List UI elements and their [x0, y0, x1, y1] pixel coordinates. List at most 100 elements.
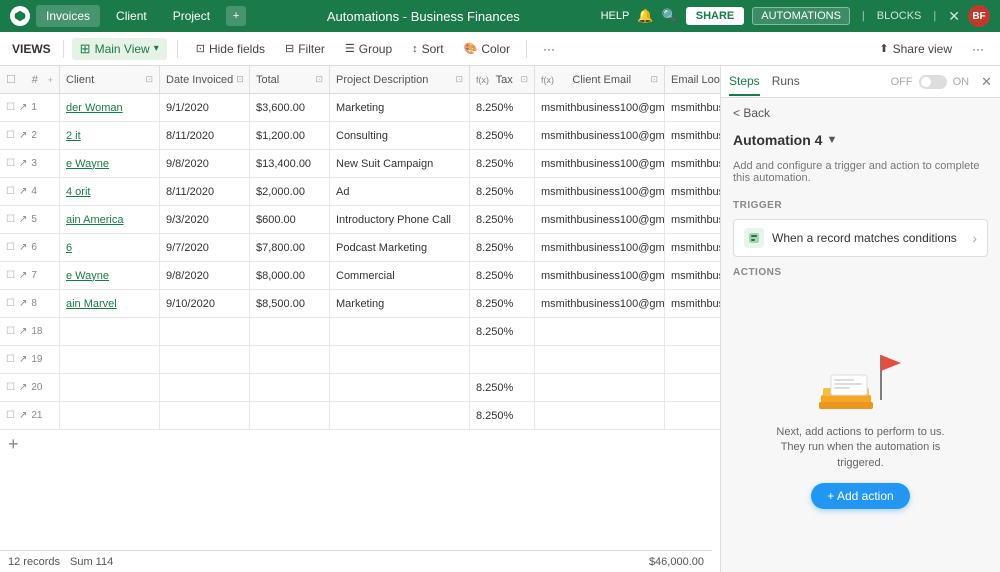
client-cell[interactable]: 4 orit — [60, 178, 160, 205]
main-view-button[interactable]: ⊞ Main View ▾ — [72, 38, 167, 60]
email-cell[interactable]: msmithbusiness100@gmail... — [535, 150, 665, 177]
total-cell[interactable]: $8,500.00 — [250, 290, 330, 317]
total-cell[interactable]: $13,400.00 — [250, 150, 330, 177]
project-cell[interactable]: New Suit Campaign — [330, 150, 470, 177]
row-expand-icon[interactable]: ↗ — [19, 158, 27, 169]
panel-tab-steps[interactable]: Steps — [729, 68, 760, 96]
row-expand-icon[interactable]: ↗ — [19, 214, 27, 225]
email-cell[interactable] — [535, 318, 665, 345]
tax-cell[interactable]: 8.250% — [470, 262, 535, 289]
email-cell[interactable]: msmithbusiness100@gmail... — [535, 122, 665, 149]
client-name[interactable]: ain Marvel — [66, 298, 117, 310]
tax-cell[interactable]: 8.250% — [470, 318, 535, 345]
date-cell[interactable]: 9/1/2020 — [160, 94, 250, 121]
table-row[interactable]: ☐↗208.250%Open — [0, 374, 720, 402]
trigger-item[interactable]: When a record matches conditions › — [733, 219, 988, 257]
automations-button[interactable]: AUTOMATIONS — [752, 7, 850, 25]
row-checkbox[interactable]: ☐ — [6, 382, 15, 393]
table-row[interactable]: ☐↗7e Wayne9/8/2020$8,000.00Commercial8.2… — [0, 262, 720, 290]
tax-cell[interactable]: 8.250% — [470, 94, 535, 121]
lookup-cell[interactable]: msmithbusiness100@... — [665, 94, 720, 121]
lookup-cell[interactable] — [665, 346, 720, 373]
row-checkbox[interactable]: ☐ — [6, 158, 15, 169]
search-icon[interactable]: 🔍 — [662, 8, 678, 24]
automation-title[interactable]: Automation 4 ▼ — [733, 132, 837, 148]
project-cell[interactable]: Commercial — [330, 262, 470, 289]
client-name[interactable]: 4 orit — [66, 186, 90, 198]
table-row[interactable]: ☐↗22 it8/11/2020$1,200.00Consulting8.250… — [0, 122, 720, 150]
back-link[interactable]: < Back — [721, 98, 1000, 128]
client-name[interactable]: 6 — [66, 242, 72, 254]
total-cell[interactable]: $1,200.00 — [250, 122, 330, 149]
email-cell[interactable]: msmithbusiness100@gmail... — [535, 234, 665, 261]
project-cell[interactable]: Consulting — [330, 122, 470, 149]
lookup-cell[interactable]: msmithbusiness100@... — [665, 262, 720, 289]
project-cell[interactable] — [330, 346, 470, 373]
share-view-button[interactable]: ⬆ Share view — [871, 39, 960, 59]
row-checkbox[interactable]: ☐ — [6, 102, 15, 113]
date-cell[interactable]: 8/11/2020 — [160, 122, 250, 149]
project-cell[interactable]: Marketing — [330, 94, 470, 121]
row-checkbox[interactable]: ☐ — [6, 298, 15, 309]
date-cell[interactable]: 9/3/2020 — [160, 206, 250, 233]
total-cell[interactable]: $8,000.00 — [250, 262, 330, 289]
help-button[interactable]: HELP — [601, 10, 630, 22]
total-cell[interactable]: $7,800.00 — [250, 234, 330, 261]
row-expand-icon[interactable]: ↗ — [19, 130, 27, 141]
client-name[interactable]: 2 it — [66, 130, 81, 142]
more-options-button[interactable]: ··· — [535, 39, 563, 59]
client-cell[interactable]: der Woman — [60, 94, 160, 121]
client-cell[interactable] — [60, 318, 160, 345]
project-cell[interactable] — [330, 318, 470, 345]
project-cell[interactable]: Marketing — [330, 290, 470, 317]
row-checkbox[interactable]: ☐ — [6, 410, 15, 421]
col-sort-icon3[interactable]: ⊡ — [315, 74, 323, 85]
client-cell[interactable]: ain America — [60, 206, 160, 233]
close-button[interactable]: ✕ — [948, 8, 960, 25]
project-cell[interactable]: Introductory Phone Call — [330, 206, 470, 233]
lookup-cell[interactable]: msmithbusiness100@... — [665, 150, 720, 177]
col-sort-icon5[interactable]: ⊡ — [520, 74, 528, 85]
col-expand-icon[interactable]: + — [48, 75, 53, 85]
date-cell[interactable]: 9/8/2020 — [160, 262, 250, 289]
table-row[interactable]: ☐↗1der Woman9/1/2020$3,600.00Marketing8.… — [0, 94, 720, 122]
row-checkbox[interactable]: ☐ — [6, 354, 15, 365]
checkbox-all[interactable]: ☐ — [6, 73, 16, 86]
row-expand-icon[interactable]: ↗ — [19, 410, 27, 421]
email-cell[interactable]: msmithbusiness100@gmail... — [535, 262, 665, 289]
tab-project[interactable]: Project — [163, 5, 220, 27]
email-cell[interactable] — [535, 402, 665, 429]
email-cell[interactable] — [535, 346, 665, 373]
client-cell[interactable] — [60, 402, 160, 429]
date-cell[interactable]: 9/7/2020 — [160, 234, 250, 261]
row-checkbox[interactable]: ☐ — [6, 214, 15, 225]
lookup-cell[interactable]: msmithbusiness100@... — [665, 234, 720, 261]
table-row[interactable]: ☐↗218.250%Open — [0, 402, 720, 430]
tax-cell[interactable]: 8.250% — [470, 178, 535, 205]
lookup-cell[interactable]: msmithbusiness100@... — [665, 122, 720, 149]
email-cell[interactable]: msmithbusiness100@gmail... — [535, 94, 665, 121]
tab-client[interactable]: Client — [106, 5, 157, 27]
filter-button[interactable]: ⊟ Filter — [277, 39, 333, 59]
close-panel-button[interactable]: ✕ — [981, 74, 992, 90]
client-cell[interactable] — [60, 346, 160, 373]
date-cell[interactable]: 9/10/2020 — [160, 290, 250, 317]
table-row[interactable]: ☐↗19 — [0, 346, 720, 374]
table-row[interactable]: ☐↗8ain Marvel9/10/2020$8,500.00Marketing… — [0, 290, 720, 318]
tab-invoices[interactable]: Invoices — [36, 5, 100, 27]
tax-cell[interactable]: 8.250% — [470, 374, 535, 401]
client-name[interactable]: der Woman — [66, 102, 123, 114]
email-cell[interactable]: msmithbusiness100@gmail... — [535, 290, 665, 317]
email-cell[interactable]: msmithbusiness100@gmail... — [535, 178, 665, 205]
date-cell[interactable]: 9/8/2020 — [160, 150, 250, 177]
date-cell[interactable] — [160, 346, 250, 373]
row-expand-icon[interactable]: ↗ — [19, 354, 27, 365]
total-cell[interactable]: $3,600.00 — [250, 94, 330, 121]
lookup-cell[interactable]: msmithbusiness100@... — [665, 206, 720, 233]
color-button[interactable]: 🎨 Color — [456, 39, 518, 59]
col-sort-icon2[interactable]: ⊡ — [236, 74, 244, 85]
row-expand-icon[interactable]: ↗ — [19, 382, 27, 393]
total-cell[interactable] — [250, 318, 330, 345]
tax-cell[interactable]: 8.250% — [470, 290, 535, 317]
row-checkbox[interactable]: ☐ — [6, 326, 15, 337]
